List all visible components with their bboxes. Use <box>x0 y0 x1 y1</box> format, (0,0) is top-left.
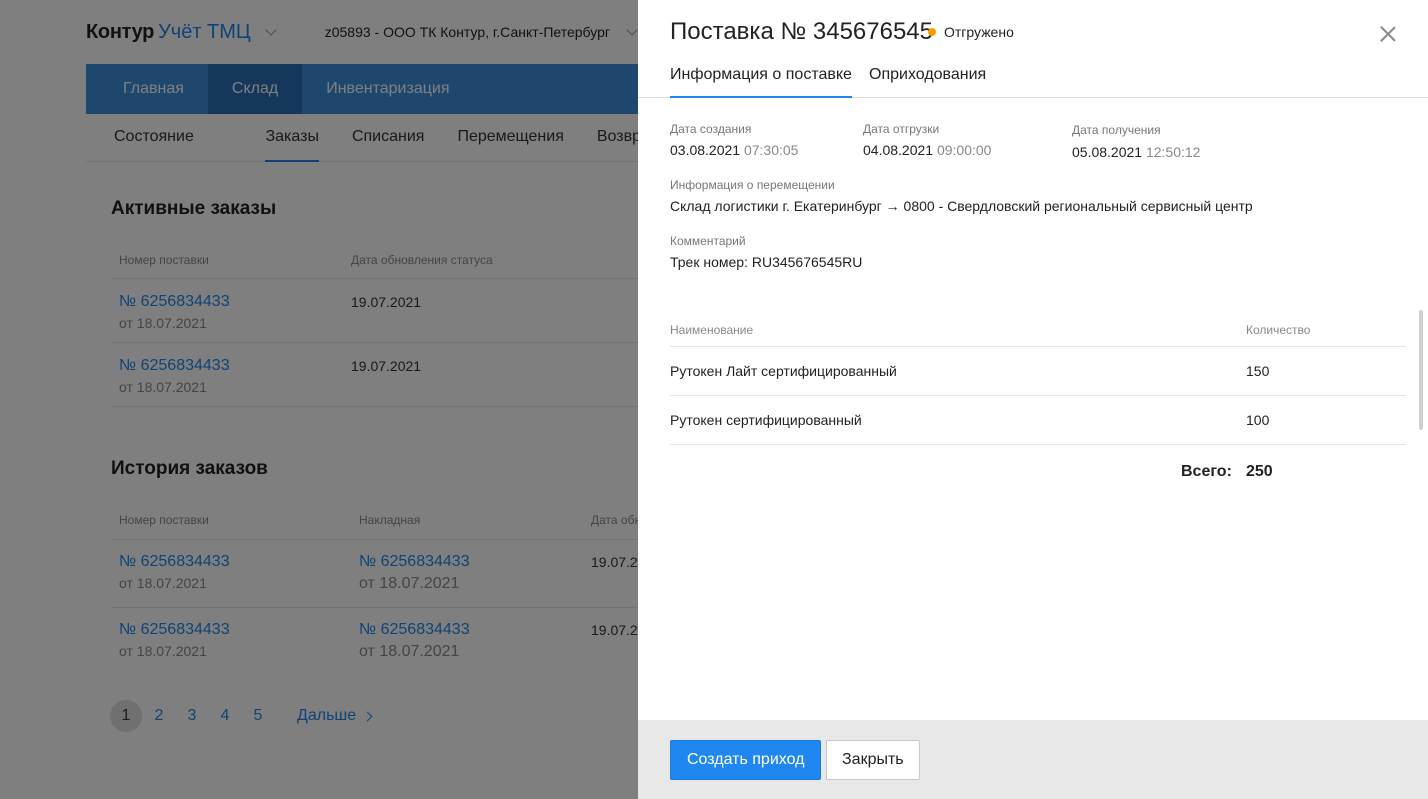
shipped-value: 04.08.2021 09:00:00 <box>863 142 991 158</box>
tab-delivery-info[interactable]: Информация о поставке <box>670 66 852 98</box>
item-qty: 150 <box>1246 363 1270 379</box>
shipped-label: Дата отгрузки <box>863 122 940 136</box>
divider <box>670 346 1406 347</box>
panel-tabs: Информация о поставке Оприходования <box>638 60 1428 98</box>
move-value: Склад логистики г. Екатеринбург → 0800 -… <box>670 198 1253 214</box>
received-value: 05.08.2021 12:50:12 <box>1072 144 1200 160</box>
divider <box>670 444 1406 445</box>
received-time: 12:50:12 <box>1145 144 1201 160</box>
created-value: 03.08.2021 07:30:05 <box>670 142 798 158</box>
delivery-side-panel: Поставка № 345676545 Отгружено Информаци… <box>638 0 1428 799</box>
col-header-name: Наименование <box>670 323 754 337</box>
shipped-time: 09:00:00 <box>936 142 992 158</box>
status-label: Отгружено <box>944 24 1014 40</box>
scrollbar[interactable] <box>1419 310 1423 430</box>
panel-title: Поставка № 345676545 <box>670 18 934 45</box>
comment-label: Комментарий <box>670 234 746 248</box>
received-date: 05.08.2021 <box>1072 144 1143 160</box>
divider <box>670 395 1406 396</box>
created-date: 03.08.2021 <box>670 142 741 158</box>
total-value: 250 <box>1246 463 1273 480</box>
item-name: Рутокен Лайт сертифицированный <box>670 363 897 379</box>
move-label: Информация о перемещении <box>670 178 835 192</box>
close-icon[interactable] <box>1378 24 1398 44</box>
shipped-date: 04.08.2021 <box>863 142 934 158</box>
created-label: Дата создания <box>670 122 752 136</box>
item-name: Рутокен сертифицированный <box>670 412 862 428</box>
tab-receipts[interactable]: Оприходования <box>869 66 986 97</box>
panel-footer: Создать приход Закрыть <box>638 720 1428 799</box>
item-qty: 100 <box>1246 412 1270 428</box>
status-badge: Отгружено <box>928 24 1014 40</box>
status-dot-icon <box>928 28 936 36</box>
received-label: Дата получения <box>1072 123 1161 137</box>
create-receipt-button[interactable]: Создать приход <box>670 740 822 780</box>
total-label: Всего: <box>1181 463 1232 480</box>
comment-value: Трек номер: RU345676545RU <box>670 254 863 270</box>
col-header-qty: Количество <box>1246 323 1311 337</box>
created-time: 07:30:05 <box>743 142 799 158</box>
close-button[interactable]: Закрыть <box>826 740 920 780</box>
